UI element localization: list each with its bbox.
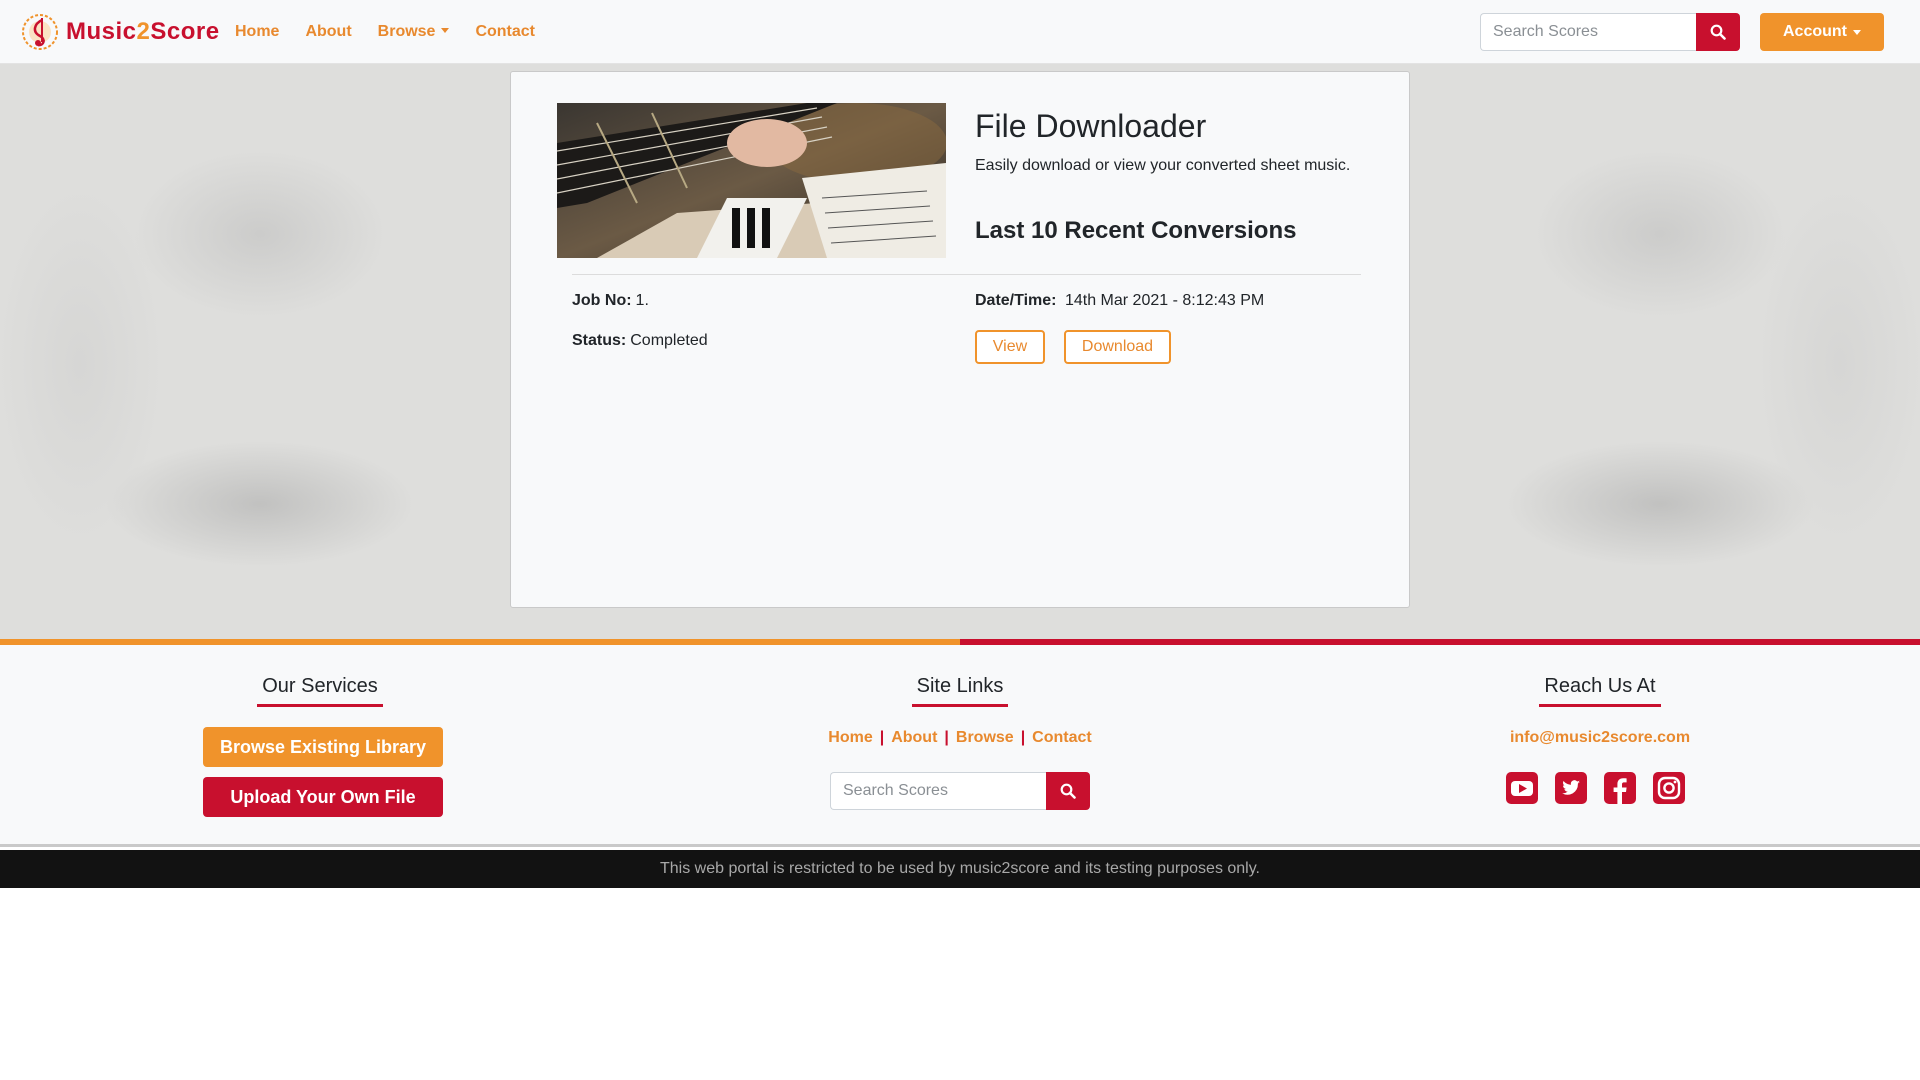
brand-name: Music2Score	[66, 18, 220, 45]
datetime-label: Date/Time:	[975, 292, 1057, 309]
search-icon	[1060, 783, 1076, 799]
nav-home-link[interactable]: Home	[235, 23, 279, 41]
disclaimer-text: This web portal is restricted to be used…	[660, 860, 1260, 877]
nav-search-button[interactable]	[1696, 13, 1740, 51]
account-label: Account	[1783, 23, 1847, 40]
footer-services-column: Our Services Browse Existing Library Upl…	[0, 645, 640, 817]
nav-contact-link[interactable]: Contact	[475, 23, 535, 41]
download-button[interactable]: Download	[1064, 330, 1171, 364]
guitar-piano-photo	[557, 103, 946, 258]
footer-browse-link[interactable]: Browse	[956, 729, 1014, 746]
services-heading: Our Services	[257, 675, 383, 707]
browse-library-button[interactable]: Browse Existing Library	[203, 727, 443, 767]
page-subtitle: Easily download or view your converted s…	[975, 157, 1351, 174]
datetime-field: Date/Time: 14th Mar 2021 - 8:12:43 PM	[975, 292, 1264, 310]
account-dropdown-button[interactable]: Account	[1760, 13, 1884, 51]
reach-us-heading: Reach Us At	[1539, 675, 1661, 707]
site-links-heading: Site Links	[911, 675, 1009, 707]
footer: Our Services Browse Existing Library Upl…	[0, 645, 1920, 847]
nav-about-link[interactable]: About	[305, 23, 351, 41]
brand-logo-link[interactable]: Music2Score	[20, 12, 220, 52]
job-number-field: Job No: 1.	[572, 292, 649, 310]
footer-search-button[interactable]	[1046, 772, 1090, 810]
footer-contact-column: Reach Us At info@music2score.com	[1280, 645, 1920, 804]
job-number-value: 1.	[635, 292, 649, 309]
footer-site-links: Home | About | Browse | Contact	[640, 729, 1280, 747]
datetime-value: 14th Mar 2021 - 8:12:43 PM	[1064, 292, 1265, 309]
twitter-icon[interactable]	[1555, 772, 1587, 804]
file-downloader-card: File Downloader Easily download or view …	[510, 71, 1410, 608]
nav-search-group	[1480, 13, 1740, 51]
youtube-icon[interactable]	[1506, 772, 1538, 804]
link-separator: |	[879, 729, 885, 746]
footer-search-input[interactable]	[830, 772, 1046, 810]
footer-contact-link[interactable]: Contact	[1032, 729, 1092, 746]
caret-down-icon	[1853, 29, 1861, 35]
status-label: Status:	[572, 332, 627, 349]
nav-browse-dropdown[interactable]: Browse	[378, 23, 450, 41]
page-title: File Downloader	[975, 108, 1207, 144]
footer-links-column: Site Links Home | About | Browse | Contact	[640, 645, 1280, 810]
search-icon	[1710, 24, 1726, 40]
music-note-logo-icon	[22, 14, 58, 50]
nav-links: Home About Browse Contact	[235, 0, 561, 64]
link-separator: |	[944, 729, 949, 746]
nav-search-input[interactable]	[1480, 13, 1696, 51]
card-divider	[572, 274, 1361, 275]
bottom-disclaimer-bar: This web portal is restricted to be used…	[0, 850, 1920, 888]
status-field: Status: Completed	[572, 332, 708, 350]
status-value: Completed	[630, 332, 708, 349]
social-links	[1506, 772, 1702, 804]
contact-email-link[interactable]: info@music2score.com	[1280, 729, 1920, 747]
footer-search-group	[830, 772, 1090, 810]
upload-file-button[interactable]: Upload Your Own File	[203, 777, 443, 817]
footer-about-link[interactable]: About	[891, 729, 937, 746]
instagram-icon[interactable]	[1653, 772, 1685, 804]
recent-conversions-heading: Last 10 Recent Conversions	[975, 217, 1297, 244]
job-number-label: Job No:	[572, 292, 632, 309]
facebook-icon[interactable]	[1604, 772, 1636, 804]
footer-home-link[interactable]: Home	[828, 729, 872, 746]
link-separator: |	[1020, 729, 1026, 746]
caret-down-icon	[441, 28, 450, 33]
top-navbar: Music2Score Home About Browse Contact Ac…	[0, 0, 1920, 64]
view-button[interactable]: View	[975, 330, 1045, 364]
nav-browse-label: Browse	[377, 23, 436, 40]
